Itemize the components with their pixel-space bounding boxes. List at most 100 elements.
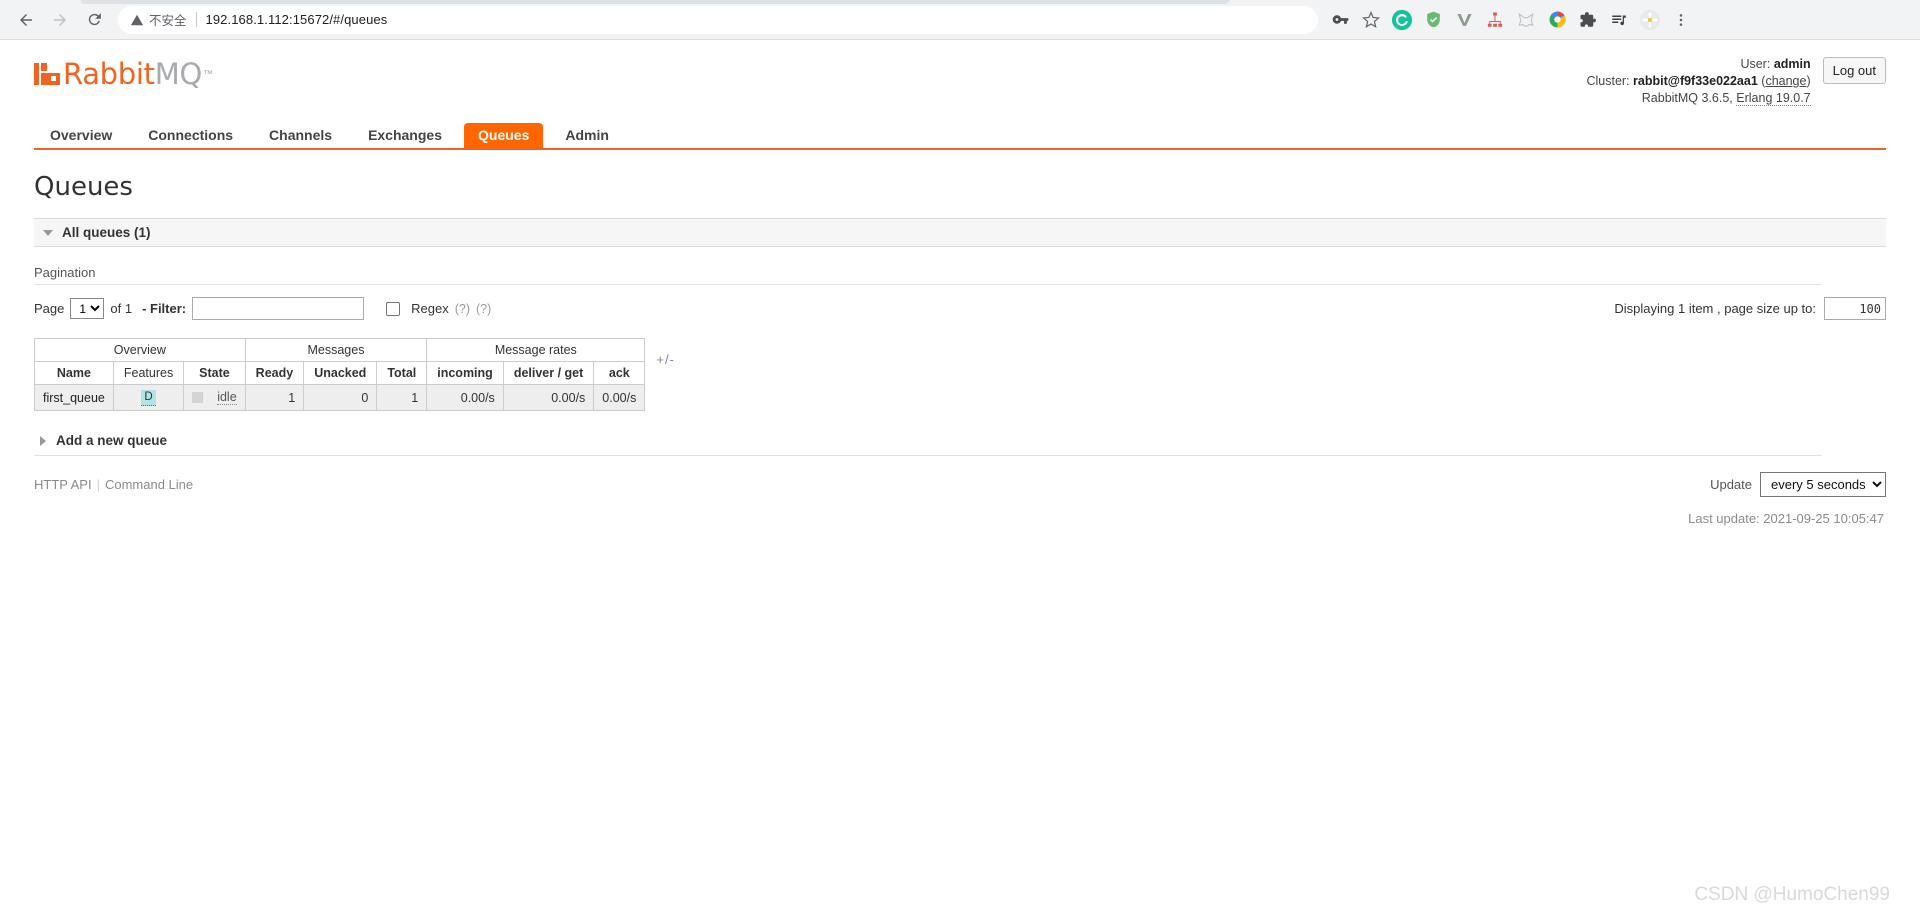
warning-triangle-icon bbox=[130, 13, 144, 27]
page-number-select[interactable]: 1 bbox=[70, 298, 105, 319]
regex-label: Regex bbox=[411, 301, 449, 316]
chevron-down-icon bbox=[43, 229, 53, 236]
cell-total: 1 bbox=[376, 384, 428, 411]
page-header: Rabbit MQ ™ User: admin Cluster: rabbit@f9… bbox=[34, 40, 1886, 112]
group-header-messages: Messages bbox=[244, 338, 428, 362]
logo-trademark: ™ bbox=[202, 68, 213, 80]
back-arrow-icon bbox=[17, 11, 35, 29]
page-footer: HTTP API | Command Line Update every 5 sec… bbox=[34, 472, 1886, 497]
sitemap-icon[interactable] bbox=[1481, 6, 1509, 34]
page-of-total: of 1 bbox=[110, 301, 133, 316]
filter-label: - Filter: bbox=[142, 301, 187, 316]
column-header-state[interactable]: State bbox=[183, 361, 246, 385]
state-text[interactable]: idle bbox=[217, 390, 237, 405]
tab-overview[interactable]: Overview bbox=[36, 123, 126, 148]
grammarly-icon[interactable] bbox=[1388, 6, 1416, 34]
update-interval-select[interactable]: every 5 seconds bbox=[1760, 472, 1886, 497]
metamask-fox-icon[interactable] bbox=[1512, 6, 1540, 34]
all-queues-section-header[interactable]: All queues (1) bbox=[34, 218, 1886, 247]
url-text: 192.168.1.112:15672/#/queues bbox=[205, 12, 388, 27]
tab-connections[interactable]: Connections bbox=[134, 123, 247, 148]
cell-deliver-get: 0.00/s bbox=[502, 384, 595, 411]
column-header-name[interactable]: Name bbox=[34, 361, 114, 385]
tab-queues[interactable]: Queues bbox=[464, 123, 544, 148]
erlang-version-link[interactable]: Erlang 19.0.7 bbox=[1736, 91, 1811, 106]
command-line-link[interactable]: Command Line bbox=[105, 477, 193, 492]
update-label: Update bbox=[1710, 477, 1752, 492]
add-new-queue-label: Add a new queue bbox=[56, 433, 168, 448]
daisy-profile-icon[interactable] bbox=[1636, 6, 1664, 34]
regex-help-link-2[interactable]: (?) bbox=[476, 302, 491, 316]
state-indicator-icon bbox=[192, 392, 204, 403]
cluster-change-link[interactable]: change bbox=[1765, 74, 1806, 88]
user-name: admin bbox=[1773, 57, 1811, 71]
chevron-right-icon bbox=[40, 435, 46, 446]
queues-table-wrapper: Overview Messages Message rates Name Fea… bbox=[34, 338, 1886, 411]
browser-toolbar: 不安全 192.168.1.112:15672/#/queues bbox=[0, 0, 1920, 40]
cell-incoming: 0.00/s bbox=[426, 384, 504, 411]
bookmark-star-icon[interactable] bbox=[1357, 6, 1385, 34]
column-header-ack[interactable]: ack bbox=[593, 361, 646, 385]
footer-links: HTTP API | Command Line bbox=[34, 477, 193, 492]
user-label: User: bbox=[1740, 57, 1771, 71]
cell-state: idle bbox=[183, 384, 246, 411]
cell-ready: 1 bbox=[244, 384, 305, 411]
toggle-columns-link[interactable]: +/- bbox=[656, 352, 675, 367]
table-column-header-row: Name Features State Ready Unacked Total … bbox=[34, 361, 646, 385]
durable-badge[interactable]: D bbox=[141, 390, 156, 406]
all-queues-label: All queues (1) bbox=[62, 225, 151, 240]
tab-exchanges[interactable]: Exchanges bbox=[354, 123, 456, 148]
column-header-incoming[interactable]: incoming bbox=[426, 361, 504, 385]
cell-queue-name[interactable]: first_queue bbox=[34, 384, 114, 411]
puzzle-extensions-icon[interactable] bbox=[1574, 6, 1602, 34]
address-bar[interactable]: 不安全 192.168.1.112:15672/#/queues bbox=[118, 5, 1318, 34]
column-header-ready[interactable]: Ready bbox=[244, 361, 305, 385]
reload-icon bbox=[86, 11, 103, 28]
colorzilla-icon[interactable] bbox=[1543, 6, 1571, 34]
tab-channels[interactable]: Channels bbox=[255, 123, 346, 148]
log-out-button[interactable]: Log out bbox=[1822, 57, 1886, 84]
table-group-header-row: Overview Messages Message rates bbox=[34, 338, 646, 362]
cluster-name: rabbit@f9f33e022aa1 bbox=[1633, 74, 1758, 88]
logo-text-rabbit: Rabbit bbox=[63, 57, 155, 91]
playlist-icon[interactable] bbox=[1605, 6, 1633, 34]
regex-checkbox[interactable] bbox=[386, 301, 401, 316]
cell-ack: 0.00/s bbox=[593, 384, 646, 411]
footer-divider: | bbox=[96, 477, 100, 492]
displaying-items-text: Displaying 1 item , page size up to: bbox=[1614, 301, 1816, 316]
column-header-deliver-get[interactable]: deliver / get bbox=[502, 361, 595, 385]
pagination-heading: Pagination bbox=[34, 265, 1822, 285]
forward-button[interactable] bbox=[44, 4, 76, 36]
column-header-unacked[interactable]: Unacked bbox=[303, 361, 378, 385]
regex-help-link-1[interactable]: (?) bbox=[455, 302, 470, 316]
chrome-menu-icon[interactable] bbox=[1667, 6, 1695, 34]
group-header-overview: Overview bbox=[34, 338, 246, 362]
user-info-block: User: admin Cluster: rabbit@f9f33e022aa1… bbox=[1586, 54, 1886, 107]
vimium-v-icon[interactable] bbox=[1450, 6, 1478, 34]
rabbitmq-logo[interactable]: Rabbit MQ ™ bbox=[34, 54, 213, 94]
extension-toolbar bbox=[1326, 6, 1695, 34]
tab-admin[interactable]: Admin bbox=[551, 123, 623, 148]
rabbitmq-management-page: Rabbit MQ ™ User: admin Cluster: rabbit@f9… bbox=[0, 40, 1920, 918]
rabbitmq-logo-mark-icon bbox=[34, 61, 60, 87]
version-line: RabbitMQ 3.6.5, Erlang 19.0.7 bbox=[1586, 90, 1811, 107]
column-header-total[interactable]: Total bbox=[376, 361, 428, 385]
reload-button[interactable] bbox=[78, 4, 110, 36]
add-new-queue-section[interactable]: Add a new queue bbox=[34, 433, 1822, 456]
omnibox-divider bbox=[195, 12, 197, 27]
http-api-link[interactable]: HTTP API bbox=[34, 477, 92, 492]
last-update-text: Last update: 2021-09-25 10:05:47 bbox=[1688, 511, 1884, 526]
page-title: Queues bbox=[34, 172, 133, 202]
update-interval-control: Update every 5 seconds bbox=[1710, 472, 1886, 497]
cluster-line: Cluster: rabbit@f9f33e022aa1 (change) bbox=[1586, 74, 1811, 88]
page-size-input[interactable] bbox=[1824, 297, 1886, 320]
filter-input[interactable] bbox=[192, 297, 365, 320]
main-navigation: Overview Connections Channels Exchanges … bbox=[34, 122, 1886, 150]
back-button[interactable] bbox=[10, 4, 42, 36]
column-header-features[interactable]: Features bbox=[112, 361, 185, 385]
key-icon[interactable] bbox=[1326, 6, 1354, 34]
adguard-shield-icon[interactable] bbox=[1419, 6, 1447, 34]
rabbitmq-version: RabbitMQ 3.6.5, bbox=[1641, 91, 1733, 105]
page-label: Page bbox=[34, 301, 65, 316]
cluster-label: Cluster: bbox=[1586, 74, 1630, 88]
